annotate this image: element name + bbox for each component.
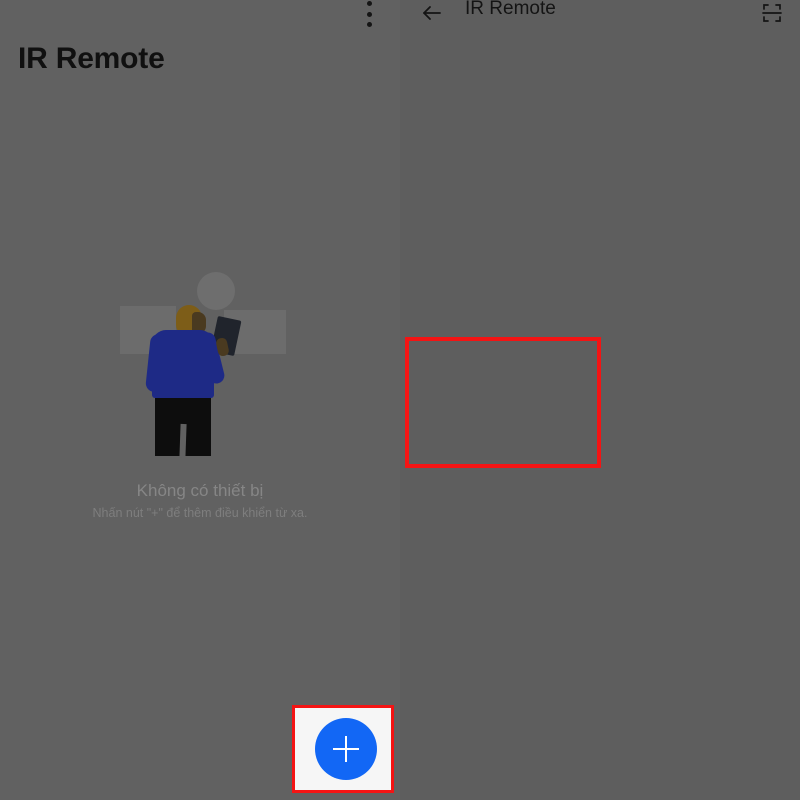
appbar-title: IR Remote xyxy=(465,0,556,19)
empty-state-subtitle: Nhấn nút "+" để thêm điều khiển từ xa. xyxy=(92,506,308,520)
empty-state-title: Không có thiết bị xyxy=(136,481,264,500)
more-vertical-icon[interactable] xyxy=(362,0,376,27)
right-panel-add-device: IR Remote Thêm theo loại thiết bị xyxy=(400,0,800,800)
screen: IR Remote Không có thiết bị Nhấn nút "+"… xyxy=(0,0,800,800)
arrow-left-icon[interactable] xyxy=(420,1,444,25)
scan-frame-icon[interactable] xyxy=(760,1,784,25)
add-remote-fab[interactable] xyxy=(315,718,377,780)
plus-icon xyxy=(333,736,359,762)
illustration-leg-gap xyxy=(179,423,187,459)
illustration-circle xyxy=(197,272,235,310)
left-panel-ir-remote-home: IR Remote Không có thiết bị Nhấn nút "+"… xyxy=(0,0,400,800)
page-title: IR Remote xyxy=(18,42,165,75)
appbar: IR Remote xyxy=(400,0,800,34)
person-holding-tablet-illustration xyxy=(112,266,298,462)
